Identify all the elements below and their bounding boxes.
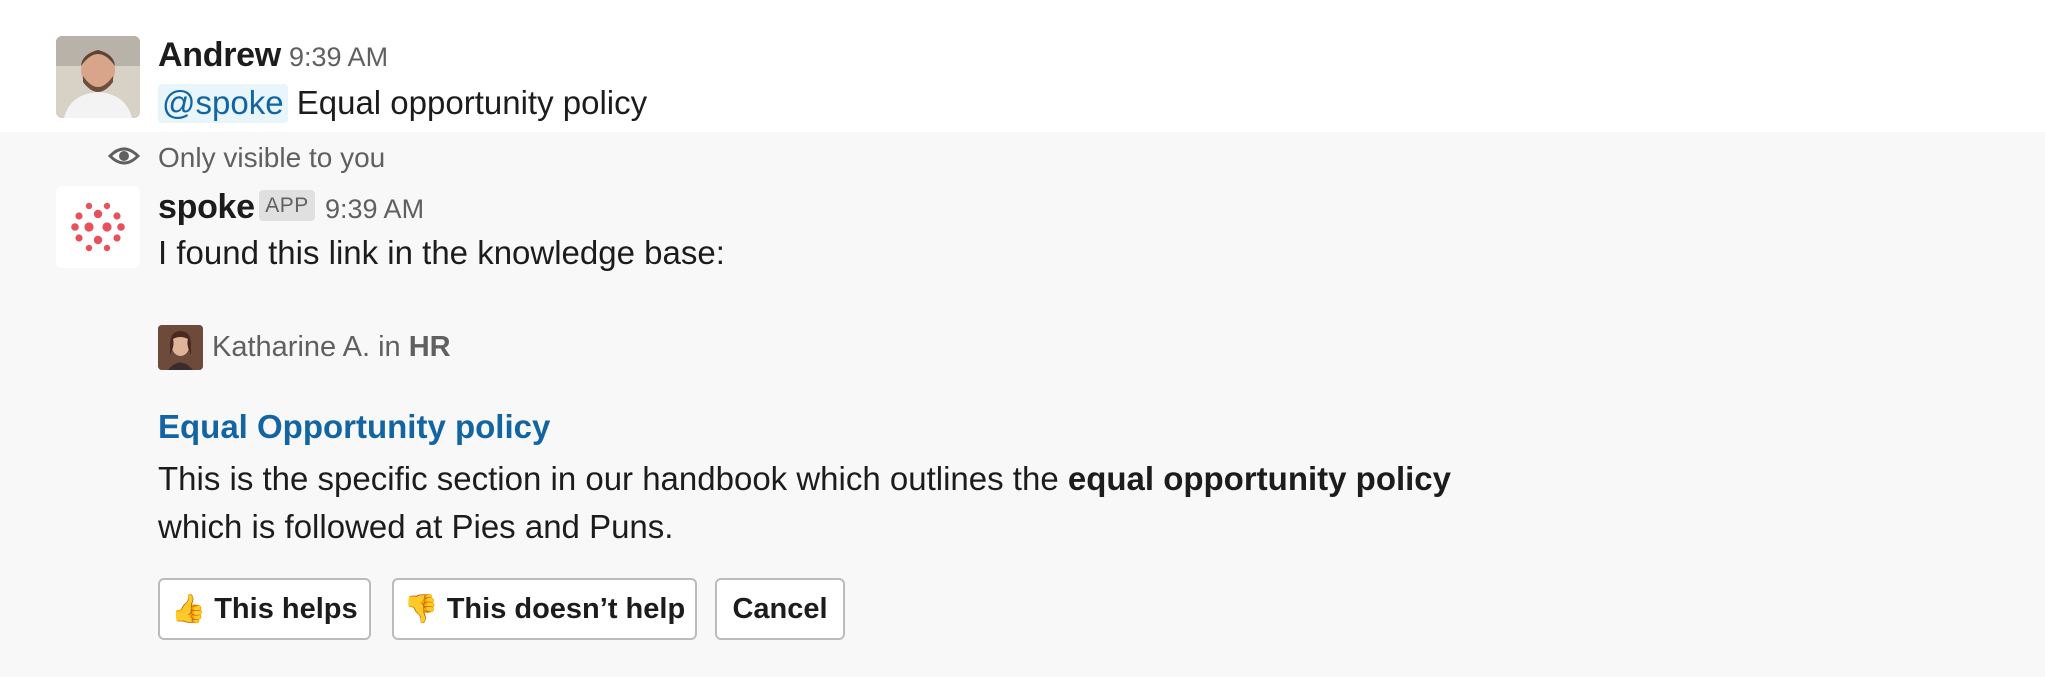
eye-icon [108, 147, 140, 165]
avatar-spoke[interactable] [56, 186, 140, 268]
this-helps-label: This helps [214, 592, 358, 625]
user-name[interactable]: Andrew [158, 36, 281, 75]
knowledge-link[interactable]: Equal Opportunity policy [158, 408, 550, 446]
this-helps-button[interactable]: 👍 This helps [158, 578, 371, 640]
message-text: @spoke Equal opportunity policy [158, 84, 648, 123]
avatar-andrew[interactable] [56, 36, 140, 118]
thumbs-down-icon: 👎 [403, 592, 439, 625]
description-line2: which is followed at Pies and Puns. [158, 508, 674, 545]
bot-intro-text: I found this link in the knowledge base: [158, 234, 725, 271]
author-channel[interactable]: HR [409, 331, 451, 363]
author-name: Katharine A. [212, 331, 370, 363]
bot-name[interactable]: spoke [158, 188, 255, 227]
message-time[interactable]: 9:39 AM [289, 42, 388, 73]
thumbs-up-icon: 👍 [171, 592, 207, 625]
this-doesnt-help-button[interactable]: 👎 This doesn’t help [392, 578, 697, 640]
this-doesnt-help-label: This doesn’t help [446, 592, 686, 625]
app-badge: APP [259, 190, 315, 221]
description-bold: equal opportunity policy [1067, 460, 1452, 497]
author-avatar [158, 325, 203, 370]
visibility-note: Only visible to you [158, 142, 386, 173]
message-body: Equal opportunity policy [296, 84, 648, 121]
description-text: This is the specific section in our hand… [158, 460, 1068, 497]
cancel-button[interactable]: Cancel [715, 578, 845, 640]
author-in-word: in [378, 331, 401, 363]
link-description: This is the specific section in our hand… [158, 455, 1558, 551]
cancel-label: Cancel [732, 592, 828, 625]
spoke-logo-icon [71, 202, 125, 252]
user-mention[interactable]: @spoke [158, 84, 288, 123]
user-message: Andrew 9:39 AM @spoke Equal opportunity … [0, 0, 2045, 132]
bot-message-time[interactable]: 9:39 AM [325, 194, 424, 225]
author-attribution: Katharine A. in HR [212, 331, 451, 364]
